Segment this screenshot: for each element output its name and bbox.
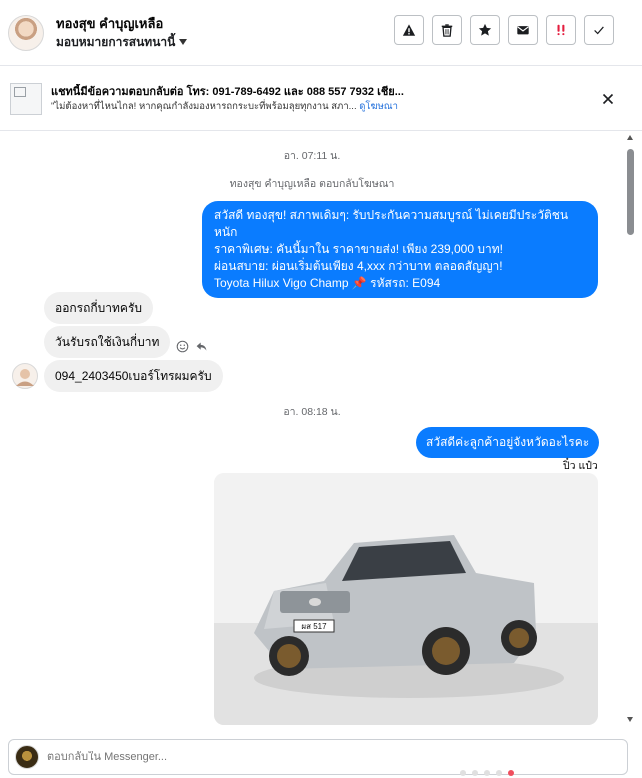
view-ad-link[interactable]: ดูโฆษณา [359, 101, 398, 112]
contact-avatar[interactable] [8, 14, 44, 51]
star-button[interactable] [470, 15, 500, 45]
contact-info: ทองสุข คำบุญเหลือ มอบหมายการสนทนานี้ [56, 15, 188, 51]
timestamp: อา. 07:11 น. [283, 150, 341, 162]
trash-icon [441, 24, 453, 37]
toolbar-dot-red [508, 770, 514, 776]
reply-input[interactable] [47, 751, 547, 763]
incoming-message[interactable]: ออกรถกี่บาทครับ [44, 292, 154, 324]
contact-avatar-small[interactable] [12, 363, 38, 389]
toolbar-dot [484, 770, 490, 776]
warning-icon [402, 24, 416, 36]
ad-thumbnail[interactable] [10, 82, 42, 115]
checkmark-icon [594, 26, 604, 35]
reply-composer [8, 739, 628, 775]
scroll-down-arrow-icon[interactable] [627, 717, 633, 722]
toolbar-dot [472, 770, 478, 776]
toolbar-dot [460, 770, 466, 776]
outgoing-message[interactable]: สวัสดี ทองสุข! สภาพเดิมๆ: รับประกันความส… [202, 201, 598, 298]
page-avatar [15, 745, 39, 769]
message-line: สวัสดี ทองสุข! สภาพเดิมๆ: รับประกันความส… [214, 208, 569, 239]
scrollbar[interactable] [624, 133, 636, 728]
license-plate: ผส 517 [301, 622, 327, 631]
car-photo[interactable]: ผส 517 [214, 473, 598, 725]
ad-text: แชทนี้มีข้อความตอบกลับต่อ โทร: 091-789-6… [51, 84, 591, 114]
toolbar-dot [496, 770, 502, 776]
ad-subtitle-text: "ไม่ต้องหาที่ไหนไกล! หากคุณกำลังมองหารถก… [51, 100, 357, 112]
composer-toolbar-partial [460, 770, 514, 776]
seen-status: ปิ๋ว แป๋ว [563, 460, 598, 472]
conversation-header: ทองสุข คำบุญเหลือ มอบหมายการสนทนานี้ [0, 0, 642, 66]
envelope-icon [517, 26, 529, 35]
message-thread[interactable]: อา. 07:11 น. ทองสุข คำบุญเหลือ ตอบกลับโฆ… [0, 133, 624, 728]
reply-icon[interactable] [195, 340, 208, 353]
assign-label: มอบหมายการสนทนานี้ [56, 34, 176, 49]
caret-down-icon [179, 38, 188, 45]
header-actions [394, 15, 614, 45]
done-button[interactable] [584, 15, 614, 45]
close-icon[interactable] [600, 91, 616, 107]
message-actions [176, 340, 208, 353]
ad-context-bar: แชทนี้มีข้อความตอบกลับต่อ โทร: 091-789-6… [0, 67, 642, 131]
message-line: ผ่อนสบาย: ผ่อนเริ่มต้นเพียง 4,xxx กว่าบา… [214, 259, 503, 273]
exclamation-icon [557, 24, 565, 36]
ad-subtitle: "ไม่ต้องหาที่ไหนไกล! หากคุณกำลังมองหารถก… [51, 100, 591, 114]
incoming-message[interactable]: วันรับรถใช้เงินกี่บาท [44, 326, 171, 358]
scrollbar-thumb[interactable] [627, 149, 634, 235]
pickup-truck-image: ผส 517 [214, 473, 598, 725]
ad-title: แชทนี้มีข้อความตอบกลับต่อ โทร: 091-789-6… [51, 85, 404, 98]
message-line: Toyota Hilux Vigo Champ 📌 รหัสรถ: E094 [214, 276, 441, 290]
follow-up-button[interactable] [546, 15, 576, 45]
delete-button[interactable] [432, 15, 462, 45]
mark-unread-button[interactable] [508, 15, 538, 45]
timestamp: อา. 08:18 น. [283, 406, 341, 418]
spam-button[interactable] [394, 15, 424, 45]
outgoing-message[interactable]: สวัสดีค่ะลูกค้าอยู่จังหวัดอะไรคะ [416, 427, 600, 458]
star-icon [478, 23, 492, 36]
contact-name[interactable]: ทองสุข คำบุญเหลือ [56, 15, 187, 33]
incoming-message[interactable]: 094_2403450เบอร์โทรผมครับ [44, 360, 223, 392]
assign-conversation-dropdown[interactable]: มอบหมายการสนทนานี้ [56, 33, 188, 51]
ad-reply-note: ทองสุข คำบุญเหลือ ตอบกลับโฆษณา [229, 178, 395, 190]
message-line: ราคาพิเศษ: คันนี้มาใน ราคาขายส่ง! เพียง … [214, 242, 503, 256]
scroll-up-arrow-icon[interactable] [627, 135, 633, 140]
smiley-icon[interactable] [176, 340, 189, 353]
